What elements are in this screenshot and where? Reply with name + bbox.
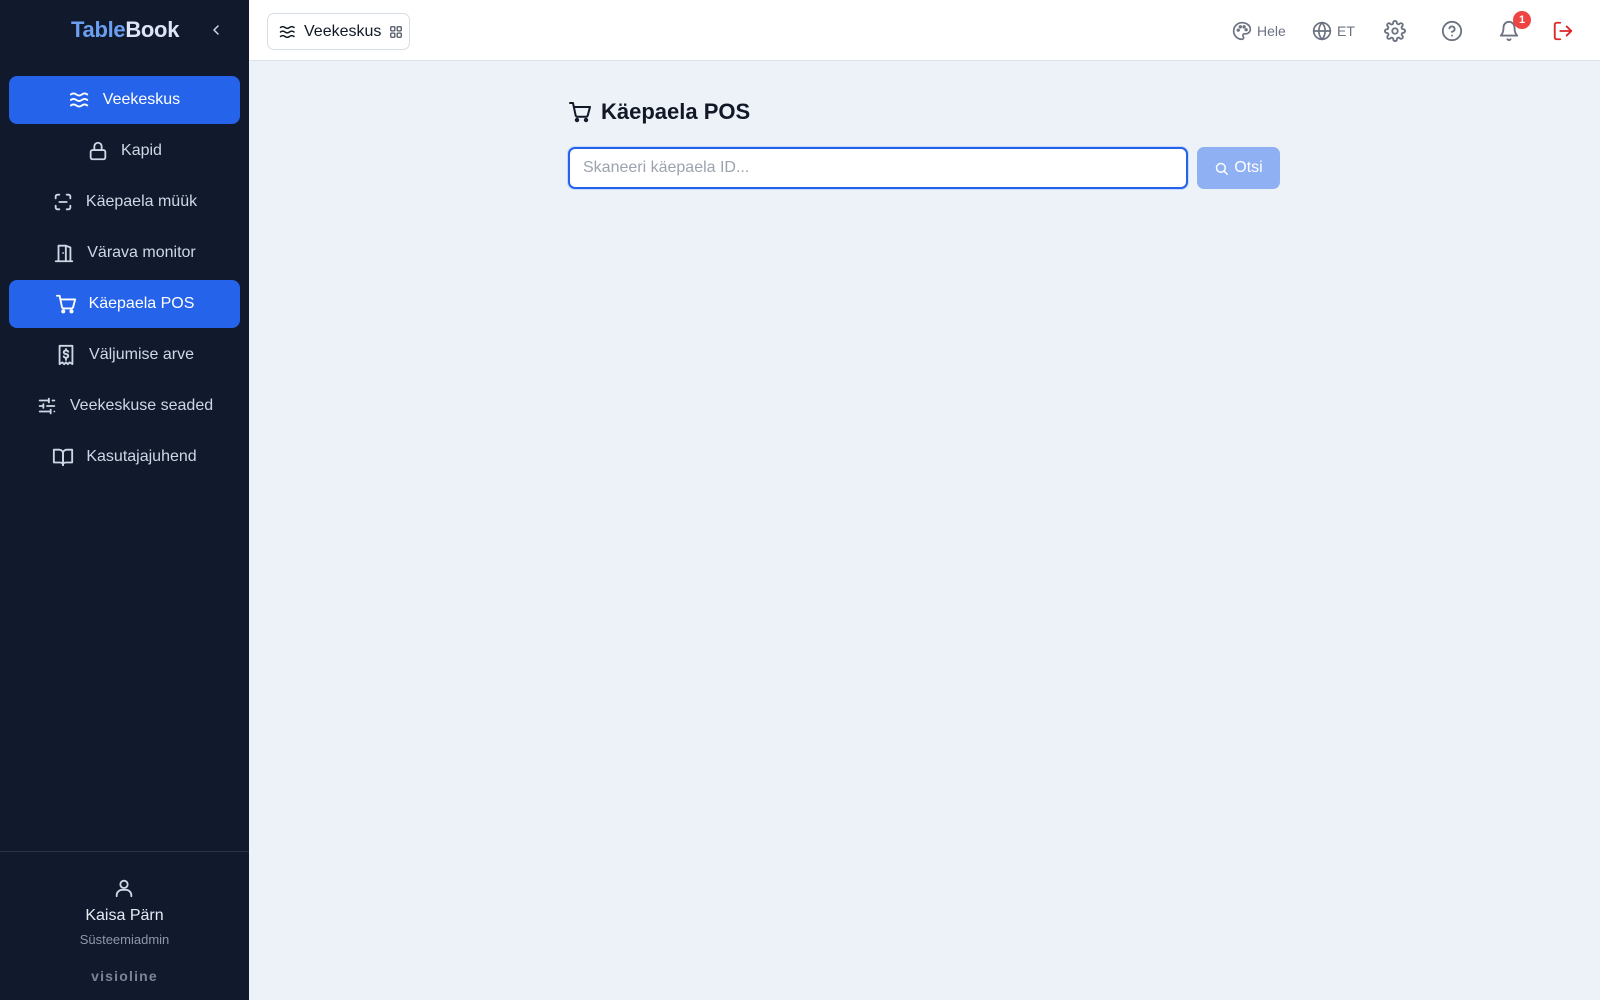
sidebar-item-kapid[interactable]: Kapid (9, 127, 240, 175)
sidebar-item-kaepaela-muuk[interactable]: Käepaela müük (9, 178, 240, 226)
gear-icon (1384, 20, 1406, 42)
theme-toggle[interactable]: Hele (1232, 19, 1286, 43)
sidebar-item-label: Värava monitor (87, 244, 196, 261)
workspace-label: Veekeskus (304, 22, 382, 40)
page-header: Käepaela POS (568, 99, 750, 125)
sidebar-item-varava-monitor[interactable]: Värava monitor (9, 229, 240, 277)
page-title: Käepaela POS (601, 99, 751, 124)
logout-icon (1553, 21, 1573, 41)
user-name: Kaisa Pärn (85, 907, 164, 924)
waves-icon (69, 92, 89, 108)
sidebar-item-kasutajajuhend[interactable]: Kasutajajuhend (9, 433, 240, 481)
help-circle-icon (1441, 20, 1463, 42)
receipt-icon (58, 344, 74, 366)
globe-icon (1312, 21, 1332, 41)
sidebar-item-label: Veekeskus (102, 91, 181, 108)
sidebar-item-kaepaela-pos[interactable]: Käepaela POS (9, 280, 240, 328)
sidebar-item-label: Käepaela müük (85, 193, 198, 210)
help-button[interactable] (1441, 19, 1463, 43)
language-label: ET (1337, 23, 1355, 39)
grid-icon (390, 25, 403, 38)
language-selector[interactable]: ET (1312, 19, 1355, 43)
user-icon[interactable] (113, 876, 135, 900)
brand-logo-part2: Book (125, 17, 180, 42)
settings-button[interactable] (1384, 19, 1406, 43)
brand-logo-part1: Table (71, 17, 126, 42)
wristband-search-input[interactable] (568, 147, 1188, 189)
collapse-sidebar-button[interactable] (206, 20, 226, 40)
sidebar-item-label: Kapid (121, 142, 162, 159)
book-icon (53, 448, 74, 467)
sidebar-item-label: Veekeskuse seaded (69, 397, 214, 414)
cart-icon (569, 102, 591, 123)
search-button[interactable]: Otsi (1197, 147, 1280, 189)
search-button-label: Otsi (1234, 159, 1263, 176)
sidebar-item-label: Kasutajajuhend (86, 448, 197, 465)
scan-icon (54, 193, 72, 211)
sidebar-item-label: Käepaela POS (88, 295, 195, 312)
sidebar: TableBook Veekeskus Kapid Käepaela müük … (0, 0, 249, 1000)
sidebar-user-panel: Kaisa Pärn Süsteemiadmin visioline (0, 851, 249, 1000)
sidebar-item-veekeskus[interactable]: Veekeskus (9, 76, 240, 124)
sidebar-item-valjumise-arve[interactable]: Väljumise arve (9, 331, 240, 379)
cart-icon (55, 294, 76, 314)
door-icon (55, 244, 74, 263)
lock-icon (89, 141, 107, 161)
notification-badge: 1 (1513, 11, 1531, 29)
search-icon (1216, 162, 1229, 175)
palette-icon (1232, 21, 1252, 41)
user-role: Süsteemiadmin (79, 932, 170, 947)
brand-header: TableBook (0, 0, 249, 61)
footer-logo: visioline (91, 968, 158, 984)
sidebar-item-veekeskuse-seaded[interactable]: Veekeskuse seaded (9, 382, 240, 430)
brand-logo[interactable]: TableBook (71, 17, 179, 43)
waves-icon (279, 25, 295, 38)
sidebar-nav: Veekeskus Kapid Käepaela müük Värava mon… (9, 76, 240, 484)
sliders-icon (38, 397, 56, 415)
chevron-left-icon (213, 25, 219, 35)
logout-button[interactable] (1552, 19, 1574, 43)
theme-label: Hele (1257, 23, 1286, 39)
workspace-selector[interactable]: Veekeskus (267, 13, 410, 50)
top-bar: Veekeskus Hele ET 1 (249, 0, 1600, 61)
sidebar-item-label: Väljumise arve (89, 346, 194, 363)
